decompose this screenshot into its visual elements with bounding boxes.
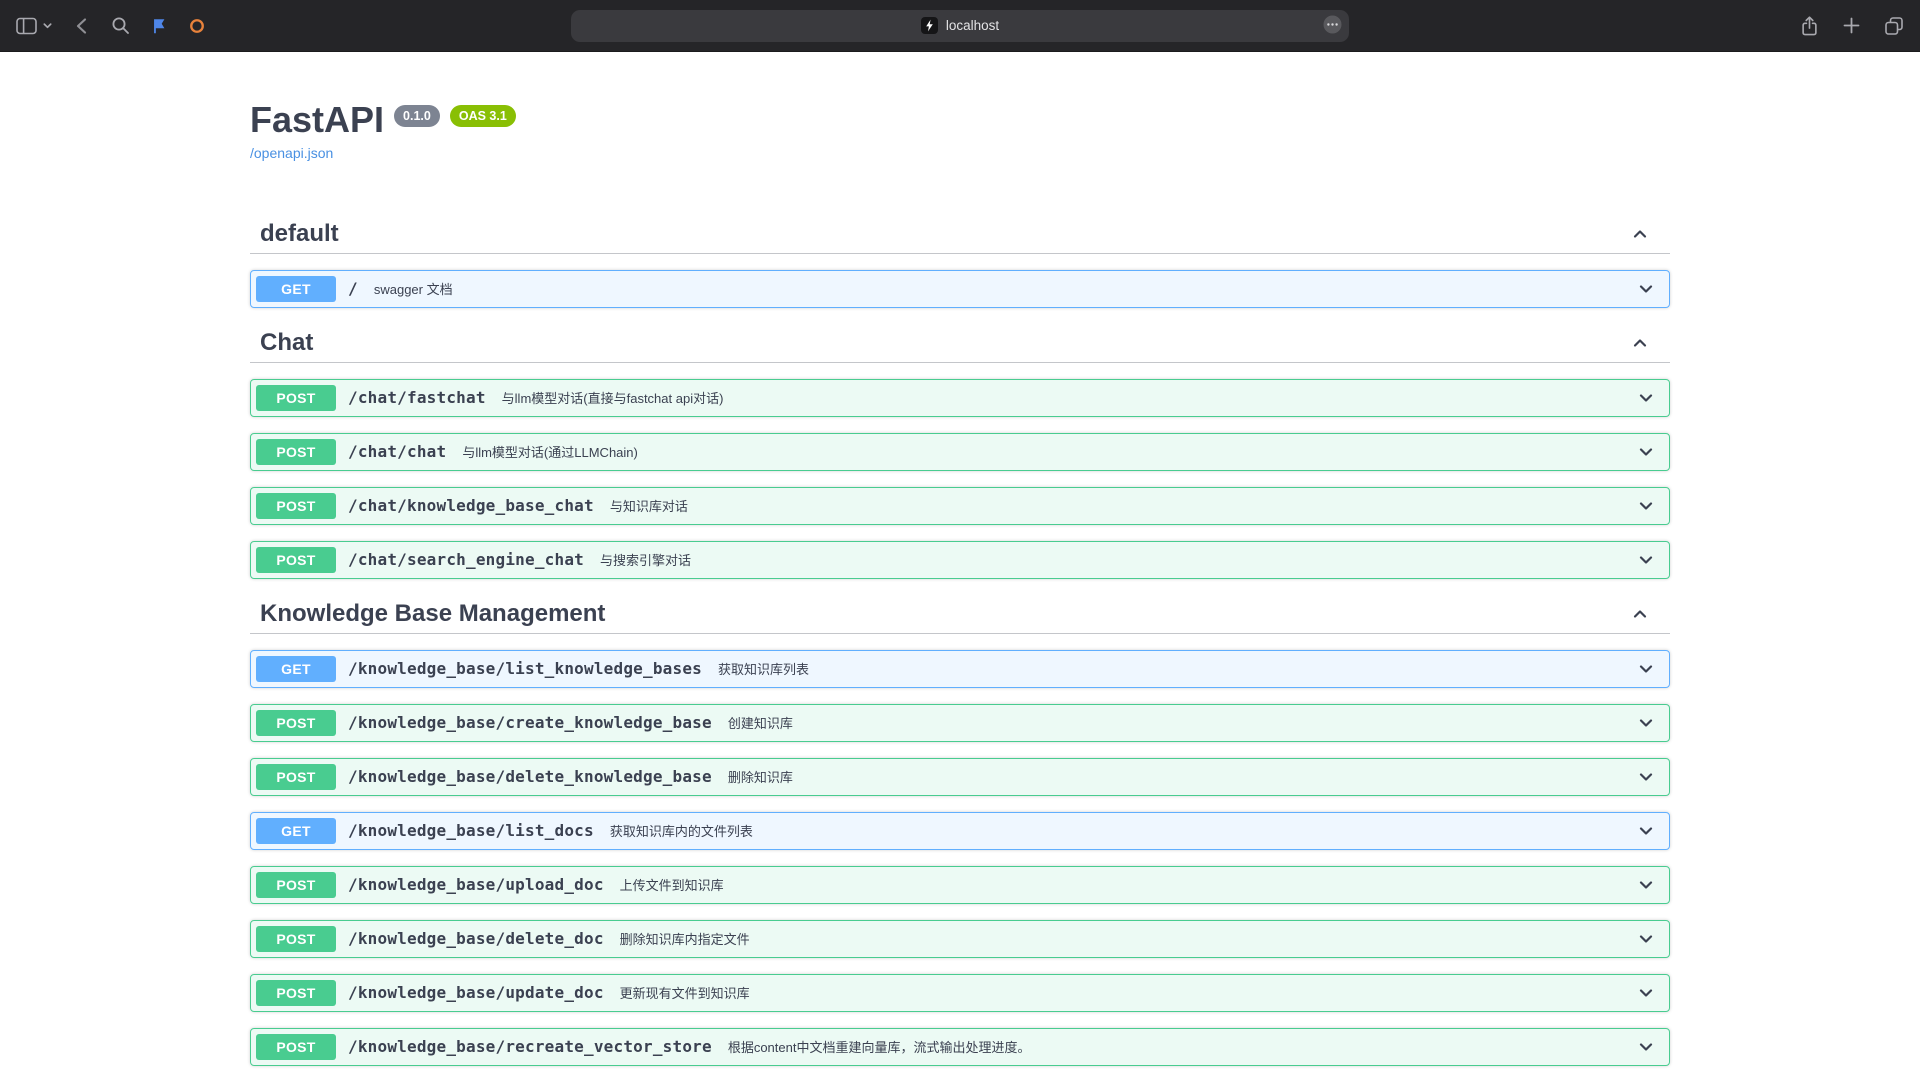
method-badge: POST	[256, 493, 336, 519]
chevron-up-icon[interactable]	[1630, 333, 1650, 353]
operation-description: 上传文件到知识库	[614, 875, 1636, 894]
operation-path: /knowledge_base/recreate_vector_store	[336, 1037, 722, 1056]
operation-description: 删除知识库	[722, 767, 1636, 786]
operation-row[interactable]: POST /knowledge_base/upload_doc 上传文件到知识库	[250, 866, 1670, 904]
operation-row[interactable]: POST /knowledge_base/recreate_vector_sto…	[250, 1028, 1670, 1066]
operation-description: 获取知识库列表	[712, 659, 1636, 678]
method-badge: GET	[256, 818, 336, 844]
method-badge: POST	[256, 710, 336, 736]
method-badge: POST	[256, 439, 336, 465]
operation-path: /knowledge_base/upload_doc	[336, 875, 614, 894]
operation-description: 创建知识库	[722, 713, 1636, 732]
chevron-down-icon[interactable]	[1636, 767, 1664, 787]
method-badge: POST	[256, 980, 336, 1006]
operation-path: /knowledge_base/list_knowledge_bases	[336, 659, 712, 678]
operation-path: /knowledge_base/create_knowledge_base	[336, 713, 722, 732]
section-default: default GET / swagger 文档	[250, 215, 1670, 308]
operation-description: swagger 文档	[368, 279, 1636, 298]
method-badge: POST	[256, 547, 336, 573]
chevron-down-icon[interactable]	[1636, 279, 1664, 299]
operation-description: 与llm模型对话(直接与fastchat api对话)	[496, 388, 1636, 407]
method-badge: POST	[256, 872, 336, 898]
extension-icon-blue[interactable]	[150, 17, 168, 35]
operation-path: /knowledge_base/delete_doc	[336, 929, 614, 948]
method-badge: GET	[256, 656, 336, 682]
api-info: FastAPI 0.1.0 OAS 3.1 /openapi.json	[250, 100, 1670, 163]
openapi-spec-link[interactable]: /openapi.json	[250, 145, 333, 161]
method-badge: GET	[256, 276, 336, 302]
operation-description: 更新现有文件到知识库	[614, 983, 1636, 1002]
share-icon[interactable]	[1800, 15, 1819, 37]
method-badge: POST	[256, 1034, 336, 1060]
operation-path: /chat/knowledge_base_chat	[336, 496, 604, 515]
section-title: Knowledge Base Management	[260, 600, 605, 628]
operation-row[interactable]: POST /knowledge_base/delete_doc 删除知识库内指定…	[250, 920, 1670, 958]
extension-icon-orange[interactable]	[188, 17, 206, 35]
chevron-up-icon[interactable]	[1630, 604, 1650, 624]
operation-description: 根据content中文档重建向量库，流式输出处理进度。	[722, 1037, 1636, 1056]
operation-path: /chat/search_engine_chat	[336, 550, 594, 569]
browser-toolbar: localhost	[0, 0, 1920, 52]
chevron-down-icon[interactable]	[1636, 659, 1664, 679]
operation-description: 与知识库对话	[604, 496, 1636, 515]
oas-badge: OAS 3.1	[450, 105, 516, 127]
sidebar-chevron-down-icon[interactable]	[42, 20, 53, 31]
tab-overview-icon[interactable]	[1884, 16, 1904, 36]
operation-row[interactable]: POST /chat/knowledge_base_chat 与知识库对话	[250, 487, 1670, 525]
search-icon[interactable]	[111, 16, 130, 35]
operation-path: /knowledge_base/delete_knowledge_base	[336, 767, 722, 786]
section-title: Chat	[260, 329, 313, 357]
operation-row[interactable]: POST /knowledge_base/update_doc 更新现有文件到知…	[250, 974, 1670, 1012]
operation-description: 删除知识库内指定文件	[614, 929, 1636, 948]
page-title: FastAPI	[250, 100, 384, 140]
chevron-down-icon[interactable]	[1636, 821, 1664, 841]
chevron-down-icon[interactable]	[1636, 875, 1664, 895]
operation-path: /chat/chat	[336, 442, 456, 461]
url-text: localhost	[946, 18, 999, 33]
operation-path: /knowledge_base/update_doc	[336, 983, 614, 1002]
operation-description: 与搜索引擎对话	[594, 550, 1636, 569]
method-badge: POST	[256, 385, 336, 411]
section-chat: Chat POST /chat/fastchat 与llm模型对话(直接与fas…	[250, 324, 1670, 579]
operation-row[interactable]: POST /chat/chat 与llm模型对话(通过LLMChain)	[250, 433, 1670, 471]
operation-path: /chat/fastchat	[336, 388, 496, 407]
section-knowledge-base: Knowledge Base Management GET /knowledge…	[250, 595, 1670, 1066]
new-tab-icon[interactable]	[1843, 17, 1860, 34]
operation-path: /knowledge_base/list_docs	[336, 821, 604, 840]
chevron-down-icon[interactable]	[1636, 983, 1664, 1003]
operation-row[interactable]: POST /chat/fastchat 与llm模型对话(直接与fastchat…	[250, 379, 1670, 417]
back-icon[interactable]	[73, 16, 91, 36]
chevron-down-icon[interactable]	[1636, 388, 1664, 408]
method-badge: POST	[256, 926, 336, 952]
operation-row[interactable]: GET /knowledge_base/list_knowledge_bases…	[250, 650, 1670, 688]
section-header[interactable]: default	[250, 215, 1670, 254]
operation-row[interactable]: POST /knowledge_base/create_knowledge_ba…	[250, 704, 1670, 742]
operation-row[interactable]: POST /chat/search_engine_chat 与搜索引擎对话	[250, 541, 1670, 579]
section-title: default	[260, 220, 339, 248]
sidebar-toggle-icon[interactable]	[16, 17, 37, 35]
version-badge: 0.1.0	[394, 105, 440, 127]
chevron-down-icon[interactable]	[1636, 1037, 1664, 1057]
method-badge: POST	[256, 764, 336, 790]
operation-row[interactable]: GET / swagger 文档	[250, 270, 1670, 308]
extensions-menu-icon[interactable]	[1323, 15, 1342, 37]
page-content: FastAPI 0.1.0 OAS 3.1 /openapi.json defa…	[0, 52, 1920, 1080]
address-bar[interactable]: localhost	[571, 10, 1349, 42]
chevron-down-icon[interactable]	[1636, 442, 1664, 462]
operation-row[interactable]: POST /knowledge_base/delete_knowledge_ba…	[250, 758, 1670, 796]
section-header[interactable]: Chat	[250, 324, 1670, 363]
chevron-down-icon[interactable]	[1636, 496, 1664, 516]
chevron-down-icon[interactable]	[1636, 713, 1664, 733]
operation-row[interactable]: GET /knowledge_base/list_docs 获取知识库内的文件列…	[250, 812, 1670, 850]
chevron-down-icon[interactable]	[1636, 550, 1664, 570]
operation-description: 获取知识库内的文件列表	[604, 821, 1636, 840]
site-favicon	[921, 17, 938, 34]
operation-description: 与llm模型对话(通过LLMChain)	[456, 442, 1636, 461]
chevron-down-icon[interactable]	[1636, 929, 1664, 949]
section-header[interactable]: Knowledge Base Management	[250, 595, 1670, 634]
chevron-up-icon[interactable]	[1630, 224, 1650, 244]
operation-path: /	[336, 279, 368, 298]
